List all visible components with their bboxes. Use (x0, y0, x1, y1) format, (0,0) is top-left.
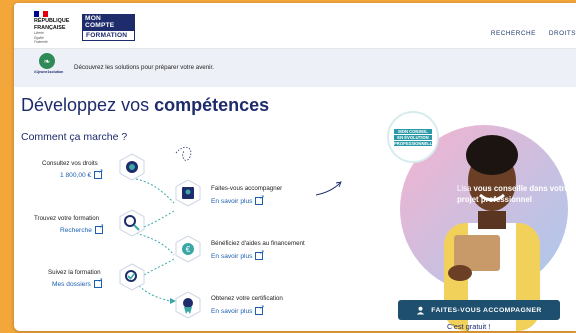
french-flag-icon (34, 11, 49, 17)
external-link-icon (94, 168, 103, 179)
step-financement-link[interactable]: En savoir plus (211, 249, 264, 260)
step-droits-link[interactable]: 1 800,00 € (60, 168, 103, 179)
gratuit-note: C'est gratuit ! (447, 322, 491, 331)
external-link-icon (94, 223, 104, 234)
suivre-hex-icon (119, 263, 145, 291)
mon-conseil-badge: MON CONSEIL EN ÉVOLUTION PROFESSIONNELLE (387, 111, 439, 163)
quote-bold: vous conseille dans votre projet profess… (457, 184, 569, 204)
external-link-icon (255, 304, 264, 315)
financement-hex-icon: € (175, 235, 201, 263)
jeune-solution-logo: ❧ #1jeune1solution (34, 53, 64, 81)
logo-line1: MON COMPTE (82, 14, 135, 30)
browser-frame: RÉPUBLIQUE FRANÇAISE Liberté Égalité Fra… (14, 3, 576, 331)
rf-name-line1: RÉPUBLIQUE (34, 18, 70, 24)
rf-motto-3: Fraternité (34, 40, 48, 45)
step-recherche-link-text: Recherche (60, 226, 92, 234)
step-financement-label: Bénéficiez d'aides au financement (211, 240, 305, 247)
title-bold: compétences (154, 95, 270, 115)
badge-line2: EN ÉVOLUTION (394, 134, 432, 140)
nav-droits[interactable]: DROITS (549, 30, 576, 37)
external-link-icon (255, 249, 264, 260)
droits-hex-icon (119, 153, 145, 181)
step-droits-link-text: 1 800,00 € (60, 171, 92, 179)
step-certification-link-text: En savoir plus (211, 307, 253, 315)
site-header: RÉPUBLIQUE FRANÇAISE Liberté Égalité Fra… (14, 3, 576, 49)
title-plain: Développez vos (21, 95, 155, 115)
badge-line1: MON CONSEIL (394, 128, 432, 134)
leaf-icon: ❧ (39, 53, 55, 69)
steps-diagram: € Consultez vos droits 1 800,00 € Trouve… (14, 143, 354, 331)
cta-label: FAITES-VOUS ACCOMPAGNER (431, 306, 542, 314)
faites-vous-accompagner-button[interactable]: FAITES-VOUS ACCOMPAGNER (398, 300, 560, 320)
step-certification-label: Obtenez votre certification (211, 295, 283, 302)
recherche-hex-icon (119, 209, 145, 237)
accompagner-hex-icon (175, 179, 201, 207)
logo-line2: FORMATION (82, 30, 135, 41)
info-banner[interactable]: ❧ #1jeune1solution Découvrez les solutio… (14, 49, 576, 87)
external-link-icon (93, 277, 103, 288)
step-suivre-label: Suivez la formation (48, 269, 101, 276)
step-formation-label: Trouvez votre formation (34, 215, 100, 222)
page-title: Développez vos compétences (21, 95, 269, 116)
mon-compte-formation-logo[interactable]: MON COMPTE FORMATION (82, 14, 135, 41)
step-certification-link[interactable]: En savoir plus (211, 304, 264, 315)
nav-recherche[interactable]: RECHERCHE (491, 30, 536, 37)
badge-line3: PROFESSIONNELLE (394, 140, 436, 146)
hashtag: #1jeune1solution (34, 70, 64, 74)
external-link-icon (255, 194, 264, 205)
step-recherche-link[interactable]: Recherche (60, 223, 104, 234)
step-dossiers-link-text: Mes dossiers (52, 280, 91, 288)
step-droits-label: Consultez vos droits (42, 160, 98, 167)
top-nav: RECHERCHE DROITS (491, 30, 576, 37)
step-accompagner-label: Faites-vous accompagner (211, 185, 283, 192)
step-dossiers-link[interactable]: Mes dossiers (52, 277, 103, 288)
republique-francaise-logo[interactable]: RÉPUBLIQUE FRANÇAISE Liberté Égalité Fra… (34, 11, 78, 45)
quote-pre: Lisa (457, 184, 474, 193)
svg-text:€: € (186, 245, 191, 254)
step-accompagner-link-text: En savoir plus (211, 197, 253, 205)
advisor-quote: Lisa vous conseille dans votre projet pr… (457, 183, 570, 205)
section-subtitle: Comment ça marche ? (21, 131, 128, 143)
step-accompagner-link[interactable]: En savoir plus (211, 194, 264, 205)
banner-text: Découvrez les solutions pour préparer vo… (74, 64, 214, 71)
step-financement-link-text: En savoir plus (211, 252, 253, 260)
user-icon (417, 306, 425, 315)
certification-hex-icon (175, 291, 201, 319)
